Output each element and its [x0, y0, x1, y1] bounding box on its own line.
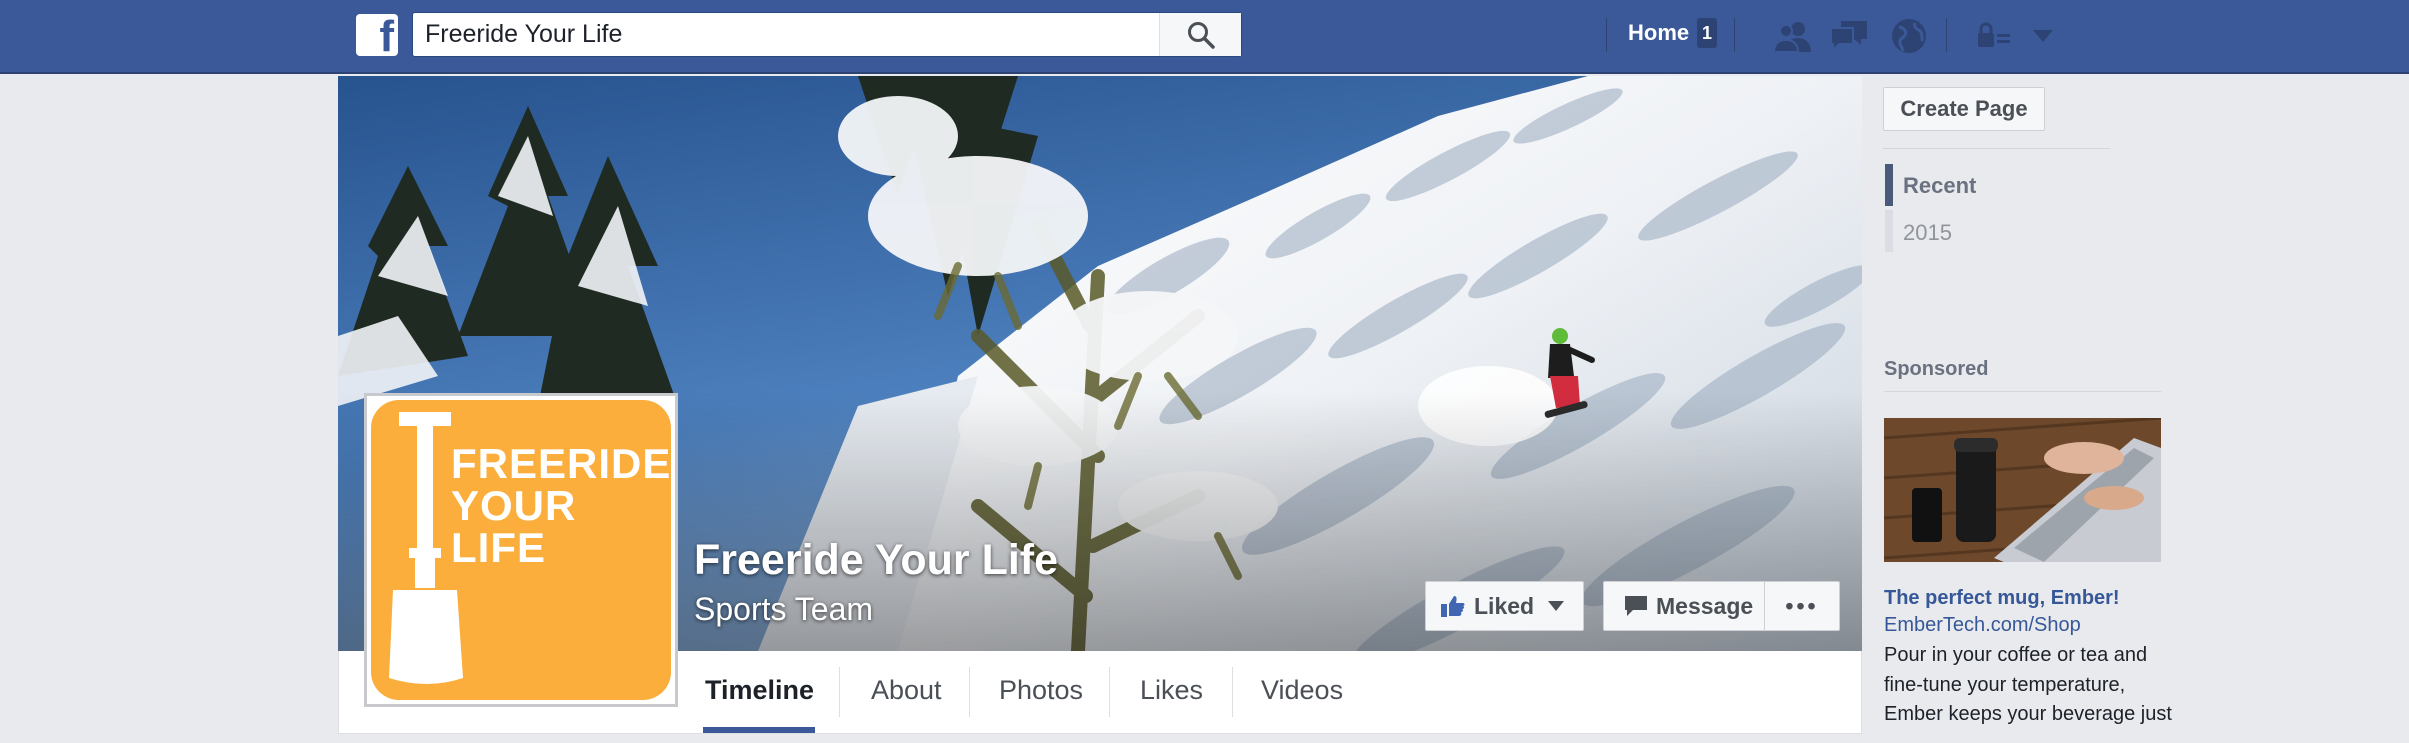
- nav-divider: [1606, 18, 1607, 52]
- nav-divider: [1946, 18, 1947, 52]
- tab-timeline[interactable]: Timeline: [705, 675, 814, 709]
- right-column-divider: [1883, 148, 2110, 149]
- tab-about[interactable]: About: [871, 675, 942, 709]
- create-page-button[interactable]: Create Page: [1883, 87, 2045, 131]
- ad-body-text: Pour in your coffee or tea and fine-tune…: [1884, 644, 2172, 725]
- magnifier-icon: [1187, 21, 1215, 49]
- message-button[interactable]: Message: [1603, 581, 1765, 631]
- home-link[interactable]: Home: [1628, 20, 1689, 46]
- notifications-globe-icon[interactable]: [1888, 16, 1930, 56]
- message-label: Message: [1656, 592, 1754, 619]
- logo-line-your: YOUR: [451, 482, 577, 529]
- more-options-dots-icon: •••: [1785, 592, 1819, 619]
- tab-photos[interactable]: Photos: [999, 675, 1083, 709]
- freeride-logo: FREERIDE YOUR LIFE: [371, 400, 671, 700]
- logo-line-freeride: FREERIDE: [451, 440, 671, 487]
- message-bubble-icon: [1625, 596, 1647, 616]
- timeline-nav-active-marker: [1885, 164, 1893, 206]
- liked-button[interactable]: Liked: [1425, 581, 1584, 631]
- tab-divider: [969, 667, 970, 717]
- tab-divider: [1232, 667, 1233, 717]
- tab-likes[interactable]: Likes: [1140, 675, 1203, 709]
- search-button[interactable]: [1159, 13, 1241, 56]
- logo-line-life: LIFE: [451, 524, 546, 571]
- nav-divider: [1734, 18, 1735, 52]
- messages-icon[interactable]: [1828, 16, 1870, 56]
- page-name[interactable]: Freeride Your Life: [694, 536, 1058, 585]
- tab-divider: [839, 667, 840, 717]
- friend-requests-icon[interactable]: [1772, 16, 1814, 56]
- tab-divider: [1109, 667, 1110, 717]
- thumbs-up-icon: [1441, 596, 1465, 617]
- tab-videos[interactable]: Videos: [1261, 675, 1343, 709]
- sponsored-divider: [1884, 391, 2161, 392]
- ad-url-link[interactable]: EmberTech.com/Shop: [1884, 614, 2081, 637]
- ad-title-link[interactable]: The perfect mug, Ember!: [1884, 587, 2120, 610]
- search-box: [412, 12, 1242, 57]
- ad-image[interactable]: [1884, 418, 2161, 562]
- timeline-nav-2015[interactable]: 2015: [1903, 220, 1952, 246]
- active-tab-indicator: [703, 727, 815, 733]
- more-options-button[interactable]: •••: [1764, 581, 1840, 631]
- top-navigation-bar: f Home 1: [0, 0, 2409, 74]
- page-category[interactable]: Sports Team: [694, 591, 873, 628]
- facebook-logo-letter: f: [379, 14, 394, 56]
- timeline-nav-recent[interactable]: Recent: [1903, 173, 1976, 199]
- chevron-down-icon: [1548, 601, 1565, 611]
- account-menu-caret-icon[interactable]: [2022, 16, 2064, 56]
- search-input[interactable]: [425, 13, 1165, 56]
- facebook-logo-icon[interactable]: f: [356, 14, 398, 56]
- liked-label: Liked: [1474, 592, 1535, 619]
- home-notification-count: 1: [1697, 18, 1717, 48]
- profile-picture[interactable]: FREERIDE YOUR LIFE: [364, 393, 678, 707]
- timeline-nav-marker: [1885, 210, 1893, 252]
- ad-photo-mug-laptop: [1884, 418, 2161, 562]
- sponsored-heading: Sponsored: [1884, 358, 1989, 380]
- privacy-lock-icon[interactable]: [1973, 16, 2015, 56]
